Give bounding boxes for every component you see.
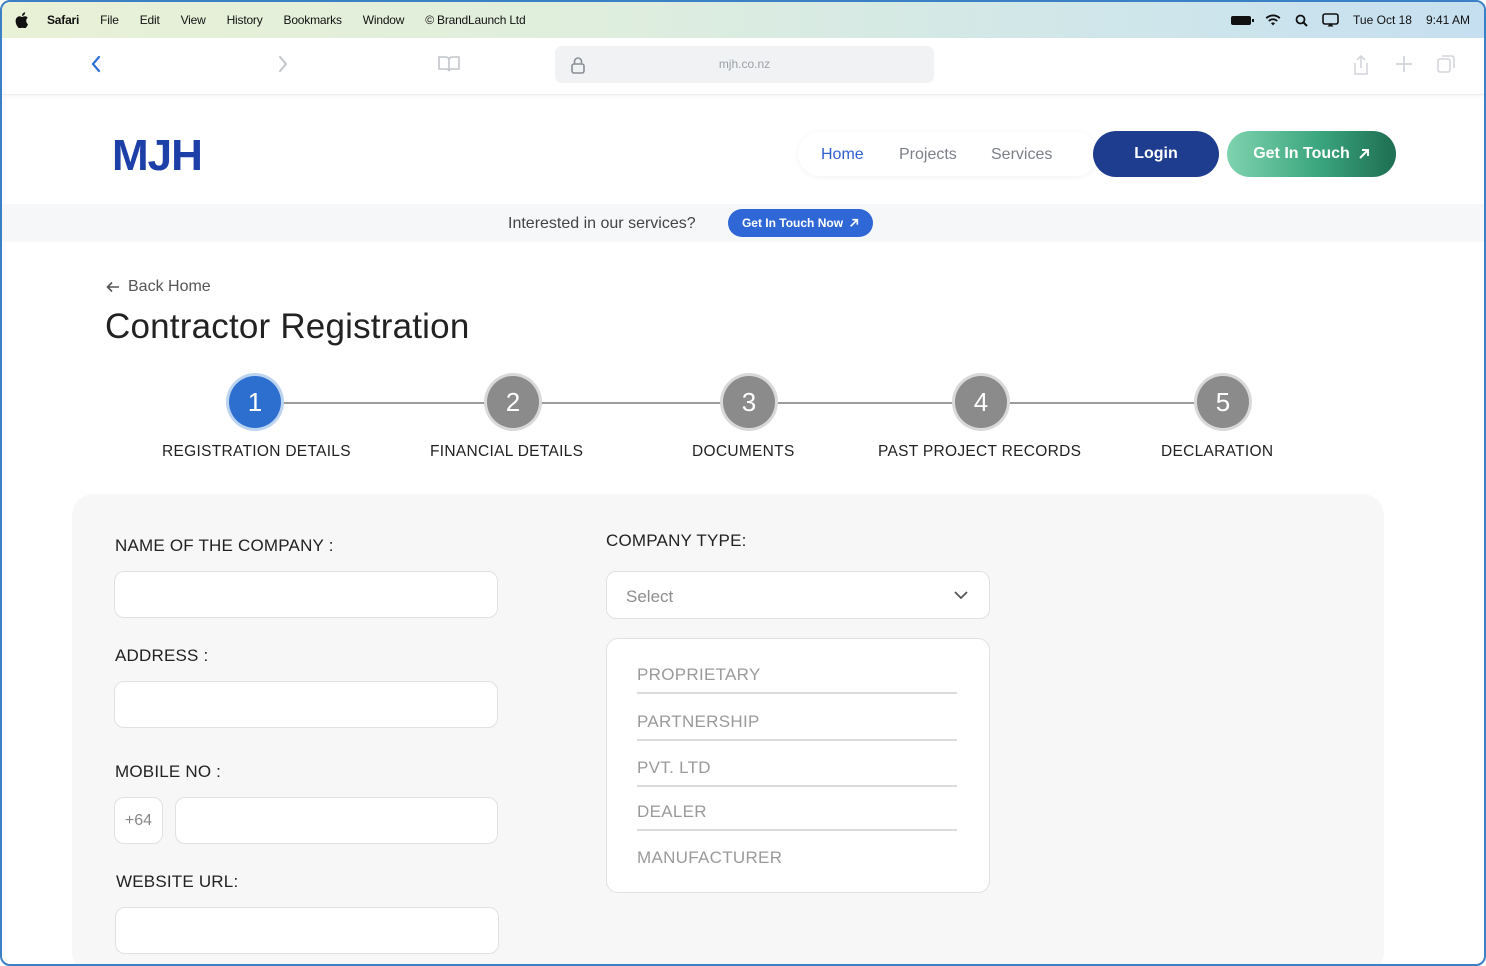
apple-icon[interactable] <box>15 12 29 28</box>
chevron-down-icon <box>954 591 968 600</box>
step-5-label: DECLARATION <box>1161 443 1274 460</box>
battery-icon[interactable] <box>1231 15 1255 25</box>
company-name-label: NAME OF THE COMPANY : <box>115 536 334 555</box>
option-proprietary[interactable]: PROPRIETARY <box>637 649 957 694</box>
get-in-touch-now-label: Get In Touch Now <box>741 216 844 230</box>
login-button[interactable]: Login <box>1093 131 1219 177</box>
new-tab-icon[interactable] <box>1394 54 1414 74</box>
company-type-dropdown: PROPRIETARY PARTNERSHIP PVT. LTD DEALER … <box>606 638 990 893</box>
step-3-circle[interactable]: 3 <box>723 376 775 428</box>
company-type-select[interactable]: Select <box>606 571 990 619</box>
forward-nav-icon[interactable] <box>277 54 289 74</box>
menu-item-window[interactable]: Window <box>363 13 405 27</box>
address-input[interactable] <box>114 681 498 728</box>
back-home-label: Back Home <box>128 278 211 295</box>
mobile-input[interactable] <box>175 797 498 844</box>
menu-item-view[interactable]: View <box>181 13 206 27</box>
tab-overview-icon[interactable] <box>1436 54 1456 74</box>
nav-home[interactable]: Home <box>821 146 864 164</box>
menu-bar: Safari File Edit View History Bookmarks … <box>2 2 1484 38</box>
step-1-circle[interactable]: 1 <box>229 376 281 428</box>
option-pvt-ltd[interactable]: PVT. LTD <box>637 742 957 787</box>
mjh-logo[interactable]: MJH <box>112 129 212 177</box>
step-5-circle[interactable]: 5 <box>1197 376 1249 428</box>
nav-services[interactable]: Services <box>991 146 1052 164</box>
menu-item-copyright: © BrandLaunch Ltd <box>425 13 526 27</box>
address-label: ADDRESS : <box>115 646 209 665</box>
menu-item-edit[interactable]: Edit <box>140 13 160 27</box>
address-bar[interactable]: mjh.co.nz <box>555 46 934 83</box>
option-partnership-label: PARTNERSHIP <box>637 712 760 731</box>
page-title: Contractor Registration <box>105 307 470 346</box>
browser-toolbar: mjh.co.nz <box>2 38 1484 95</box>
banner-text: Interested in our services? <box>508 215 696 232</box>
option-manufacturer[interactable]: MANUFACTURER <box>637 832 957 877</box>
option-dealer[interactable]: DEALER <box>637 786 957 831</box>
menu-item-file[interactable]: File <box>100 13 119 27</box>
get-in-touch-button[interactable]: Get In Touch <box>1227 131 1396 177</box>
company-name-input[interactable] <box>114 571 498 618</box>
logo-text: MJH <box>112 131 202 177</box>
main-nav: Home Projects Services <box>798 132 1098 176</box>
nav-projects[interactable]: Projects <box>899 146 957 164</box>
back-home-link[interactable]: Back Home <box>106 278 211 296</box>
option-pvt-ltd-label: PVT. LTD <box>637 758 711 777</box>
menubar-date: Tue Oct 18 <box>1353 13 1412 27</box>
menu-item-bookmarks[interactable]: Bookmarks <box>284 13 342 27</box>
option-partnership[interactable]: PARTNERSHIP <box>637 696 957 741</box>
step-1-label: REGISTRATION DETAILS <box>162 443 351 460</box>
sidebar-book-icon[interactable] <box>437 54 461 74</box>
get-in-touch-label: Get In Touch <box>1253 145 1350 162</box>
status-area: Tue Oct 18 9:41 AM <box>1231 2 1470 38</box>
url-text: mjh.co.nz <box>718 57 771 71</box>
promo-banner: Interested in our services? Get In Touch… <box>2 204 1484 242</box>
mobile-label: MOBILE NO : <box>115 762 222 781</box>
option-manufacturer-label: MANUFACTURER <box>637 848 783 867</box>
company-type-label: COMPANY TYPE: <box>606 531 747 550</box>
country-code-prefix[interactable]: +64 <box>114 797 163 844</box>
wifi-icon[interactable] <box>1265 14 1281 26</box>
menu-item-history[interactable]: History <box>227 13 263 27</box>
website-input[interactable] <box>115 907 499 954</box>
step-2-circle[interactable]: 2 <box>487 376 539 428</box>
website-label: WEBSITE URL: <box>116 872 239 891</box>
step-2-label: FINANCIAL DETAILS <box>430 443 584 460</box>
menubar-time: 9:41 AM <box>1425 13 1470 27</box>
option-dealer-label: DEALER <box>637 802 707 821</box>
screen-mirroring-icon[interactable] <box>1322 13 1339 27</box>
company-type-value: Select <box>626 587 674 606</box>
back-nav-icon[interactable] <box>90 54 102 74</box>
step-4-label: PAST PROJECT RECORDS <box>878 443 1082 460</box>
get-in-touch-now-button[interactable]: Get In Touch Now <box>728 209 873 237</box>
login-label: Login <box>1134 145 1178 162</box>
browser-window: Safari File Edit View History Bookmarks … <box>0 0 1486 966</box>
arrow-up-right-icon <box>850 218 859 227</box>
search-icon[interactable] <box>1295 14 1308 27</box>
menu-item-safari[interactable]: Safari <box>47 13 79 27</box>
arrow-left-icon <box>106 281 119 293</box>
arrow-up-right-icon <box>1359 149 1369 159</box>
step-3-label: DOCUMENTS <box>692 443 795 460</box>
step-4-circle[interactable]: 4 <box>955 376 1007 428</box>
option-proprietary-label: PROPRIETARY <box>637 665 761 684</box>
share-icon[interactable] <box>1351 54 1371 76</box>
